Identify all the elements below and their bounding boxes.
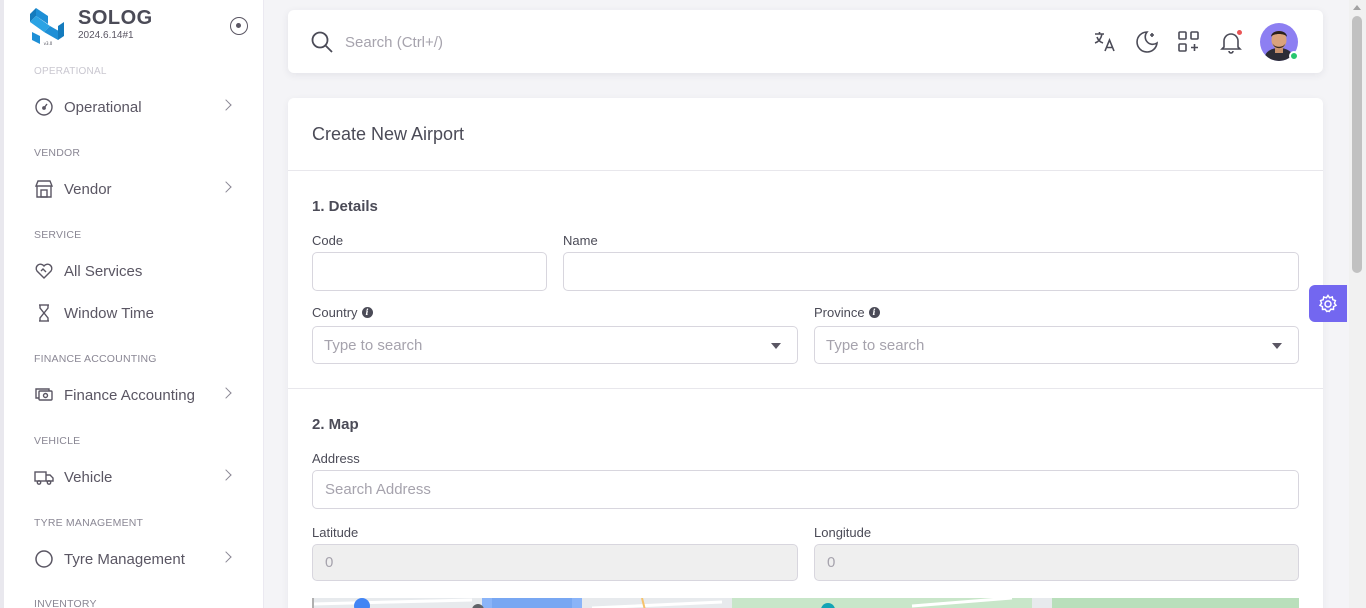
sidebar-item-window-time[interactable]: Window Time <box>22 294 244 332</box>
circle-icon <box>34 549 54 569</box>
map-section-title: 2. Map <box>312 416 359 433</box>
online-status-indicator <box>1289 51 1299 61</box>
chevron-right-icon <box>220 551 232 563</box>
name-label-text: Name <box>563 233 598 248</box>
theme-customizer-button[interactable] <box>1309 285 1347 322</box>
sidebar-item-vehicle[interactable]: Vehicle <box>22 458 244 496</box>
sidebar-item-all-services[interactable]: All Services <box>22 252 244 290</box>
latitude-input[interactable] <box>312 544 798 581</box>
longitude-label-text: Longitude <box>814 525 872 540</box>
top-navbar <box>288 10 1323 73</box>
province-label-text: Province <box>814 305 865 320</box>
caret-down-icon <box>771 343 781 349</box>
hourglass-icon <box>34 303 54 323</box>
store-icon <box>34 179 54 199</box>
latitude-label-text: Latitude <box>312 525 359 540</box>
province-select[interactable]: Type to search <box>814 326 1299 364</box>
country-select[interactable]: Type to search <box>312 326 798 364</box>
sidebar-section-label: SERVICE <box>34 229 82 241</box>
gear-icon <box>1318 293 1338 312</box>
divider <box>288 170 1323 171</box>
sidebar: v3.0 SOLOG 2024.6.14#1 OPERATIONAL Opera… <box>0 0 264 608</box>
name-input[interactable] <box>563 252 1299 291</box>
moon-stars-icon[interactable] <box>1134 29 1160 55</box>
longitude-input[interactable] <box>814 544 1299 581</box>
cash-icon <box>34 385 54 405</box>
brand[interactable]: v3.0 SOLOG 2024.6.14#1 <box>28 6 153 46</box>
create-airport-card: Create New Airport 1. Details Code Name … <box>288 98 1323 608</box>
brand-version: 2024.6.14#1 <box>78 30 134 41</box>
province-label: Province i <box>814 305 880 320</box>
sidebar-item-label: Finance Accounting <box>64 386 195 404</box>
chevron-right-icon <box>220 387 232 399</box>
code-label-text: Code <box>312 233 344 248</box>
details-section-title: 1. Details <box>312 198 378 215</box>
sidebar-item-label: All Services <box>64 262 143 280</box>
sidebar-section-label: FINANCE ACCOUNTING <box>34 353 157 365</box>
longitude-label: Longitude <box>814 525 871 540</box>
page-title: Create New Airport <box>312 124 465 144</box>
province-select-placeholder: Type to search <box>826 336 925 354</box>
apps-add-icon[interactable] <box>1176 29 1202 55</box>
code-label: Code <box>312 233 343 248</box>
sidebar-item-label: Vehicle <box>64 468 113 486</box>
chevron-right-icon <box>220 469 232 481</box>
sidebar-section-label: INVENTORY <box>34 598 97 608</box>
country-label-text: Country <box>312 305 358 320</box>
sidebar-item-operational[interactable]: Operational <box>22 88 244 126</box>
info-icon[interactable]: i <box>361 307 373 318</box>
truck-icon <box>34 467 54 487</box>
info-icon[interactable]: i <box>868 307 880 318</box>
scrollbar-thumb[interactable] <box>1352 16 1362 273</box>
global-search-input[interactable] <box>345 28 845 56</box>
brand-name: SOLOG <box>78 7 153 29</box>
sidebar-item-label: Operational <box>64 98 142 116</box>
search-icon[interactable] <box>310 30 334 54</box>
country-label: Country i <box>312 305 373 320</box>
notification-dot <box>1236 29 1243 36</box>
sidebar-section-label: TYRE MANAGEMENT <box>34 517 144 529</box>
scroll-up-arrow-icon[interactable] <box>1353 5 1361 10</box>
address-search-input[interactable] <box>312 470 1299 509</box>
heart-handshake-icon <box>34 261 54 281</box>
sidebar-edge <box>0 0 4 608</box>
sidebar-section-label: VEHICLE <box>34 435 81 447</box>
svg-text:v3.0: v3.0 <box>44 41 53 46</box>
caret-down-icon <box>1272 343 1282 349</box>
gauge-icon <box>34 97 54 117</box>
sidebar-section-label-partial: OPERATIONAL <box>34 66 107 77</box>
sidebar-collapse-toggle-icon[interactable] <box>230 17 248 35</box>
country-select-placeholder: Type to search <box>324 336 423 354</box>
chevron-right-icon <box>220 99 232 111</box>
sidebar-item-label: Window Time <box>64 304 155 322</box>
code-input[interactable] <box>312 252 547 291</box>
location-map[interactable] <box>312 598 1299 608</box>
latitude-label: Latitude <box>312 525 358 540</box>
translate-icon[interactable] <box>1092 29 1118 55</box>
sidebar-section-label: VENDOR <box>34 147 81 159</box>
address-label-text: Address <box>312 451 360 466</box>
sidebar-item-finance-accounting[interactable]: Finance Accounting <box>22 376 244 414</box>
name-label: Name <box>563 233 598 248</box>
sidebar-item-label: Vendor <box>64 180 112 198</box>
brand-logo-icon: v3.0 <box>30 8 64 46</box>
sidebar-item-vendor[interactable]: Vendor <box>22 170 244 208</box>
sidebar-item-label: Tyre Management <box>64 550 185 568</box>
sidebar-item-tyre-management[interactable]: Tyre Management <box>22 540 244 578</box>
divider <box>288 388 1323 389</box>
notifications-button[interactable] <box>1218 29 1244 55</box>
chevron-right-icon <box>220 181 232 193</box>
page-scrollbar[interactable] <box>1349 0 1366 608</box>
address-label: Address <box>312 451 360 466</box>
